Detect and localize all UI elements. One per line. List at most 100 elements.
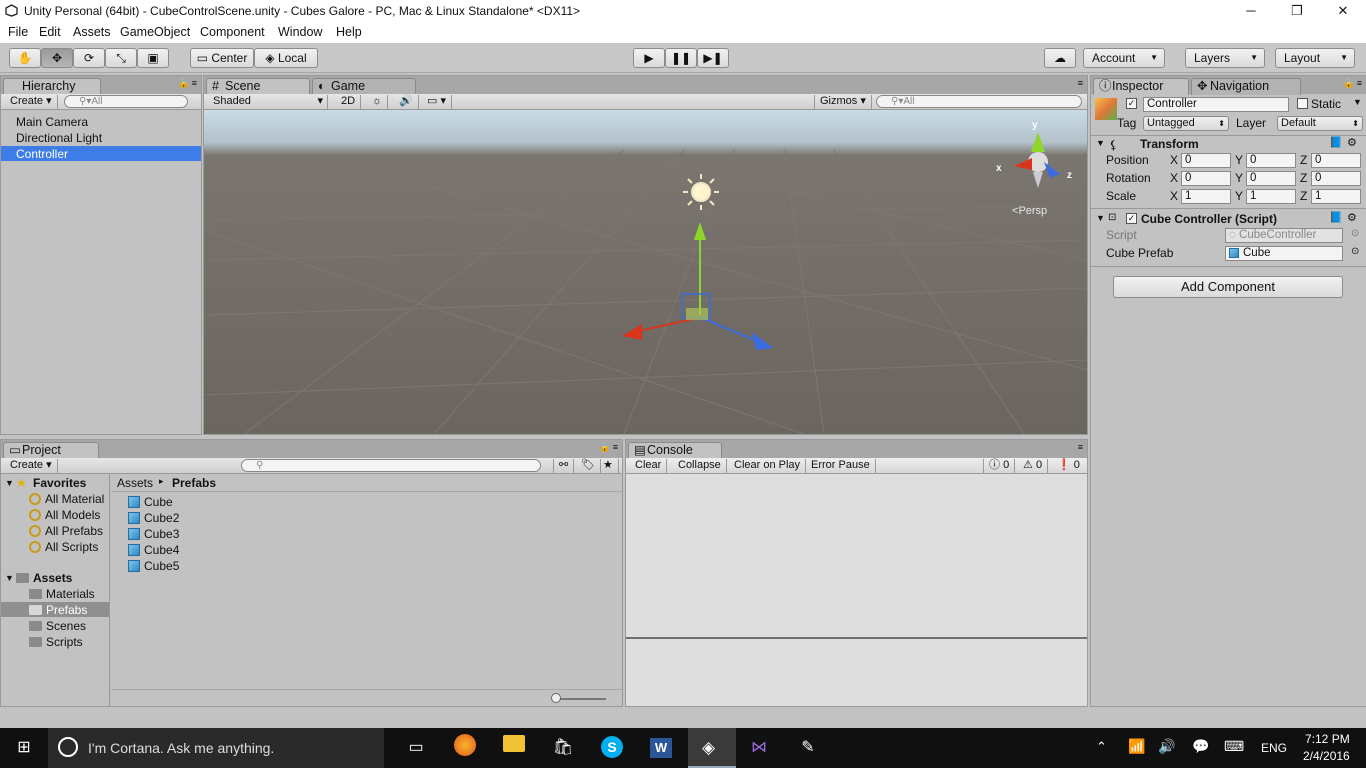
console-clear-button[interactable]: Clear [630, 459, 668, 473]
clock-time[interactable]: 7:12 PM [1305, 732, 1350, 746]
position-y-field[interactable]: 0 [1246, 153, 1296, 168]
close-button[interactable]: ✕ [1320, 0, 1366, 23]
project-create-dropdown[interactable]: Create ▾ [5, 459, 58, 473]
scene-viewport[interactable]: y x z <Persp [204, 110, 1087, 434]
menu-component[interactable]: Component [200, 25, 265, 39]
rotate-tool-button[interactable]: ⟳ [73, 48, 105, 68]
pause-button[interactable]: ❚❚ [665, 48, 697, 68]
console-log-list[interactable] [626, 474, 1087, 637]
hierarchy-item-directional-light[interactable]: Directional Light [16, 131, 102, 145]
menu-file[interactable]: File [8, 25, 28, 39]
scene-effects-dropdown[interactable]: ▭ ▾ [422, 95, 452, 109]
fav-all-scripts[interactable]: All Scripts [29, 540, 98, 554]
rotation-x-field[interactable]: 0 [1181, 171, 1231, 186]
object-picker-icon[interactable]: ⊙ [1351, 246, 1359, 257]
breadcrumb-assets[interactable]: Assets [117, 476, 153, 490]
scale-z-field[interactable]: 1 [1311, 189, 1361, 204]
minimize-button[interactable]: ─ [1228, 0, 1274, 23]
menu-edit[interactable]: Edit [39, 25, 61, 39]
fav-all-prefabs[interactable]: All Prefabs [29, 524, 103, 538]
notepad-app[interactable]: ✎ [794, 734, 822, 762]
static-dropdown[interactable]: ▼ [1353, 97, 1362, 107]
icon-size-slider-handle[interactable] [551, 693, 561, 703]
hierarchy-item-main-camera[interactable]: Main Camera [16, 115, 88, 129]
console-error-toggle[interactable]: ❗ 0 [1052, 459, 1085, 473]
asset-cube3[interactable]: Cube3 [128, 527, 179, 541]
hierarchy-create-dropdown[interactable]: Create ▾ [5, 95, 58, 109]
hierarchy-item-controller[interactable]: Controller [16, 147, 68, 161]
assets-root-folder[interactable]: Assets [16, 571, 72, 585]
pivot-center-button[interactable]: ▭ Center [190, 48, 254, 68]
panel-menu-icon[interactable]: 🔒 ≡ [599, 442, 618, 453]
keyboard-icon[interactable]: ⌨ [1224, 738, 1244, 755]
position-z-field[interactable]: 0 [1311, 153, 1361, 168]
panel-menu-icon[interactable]: 🔒 ≡ [178, 78, 197, 89]
tab-game[interactable]: ◐ Game [312, 78, 416, 95]
script-enabled-checkbox[interactable]: ✓ [1126, 213, 1137, 224]
icon-size-slider-track[interactable] [556, 698, 606, 700]
folder-scripts[interactable]: Scripts [29, 635, 83, 649]
position-x-field[interactable]: 0 [1181, 153, 1231, 168]
folder-prefabs[interactable]: Prefabs [29, 603, 87, 617]
tag-dropdown[interactable]: Untagged ⬍ [1143, 116, 1229, 131]
console-warning-toggle[interactable]: ⚠ 0 [1018, 459, 1049, 473]
windows-start-button[interactable]: ⊞ [10, 734, 38, 762]
mode-2d-toggle[interactable]: 2D [336, 95, 362, 109]
console-collapse-button[interactable]: Collapse [673, 459, 727, 473]
scene-lighting-toggle[interactable]: ☼ [367, 95, 389, 109]
menu-gameobject[interactable]: GameObject [120, 25, 190, 39]
transform-foldout-arrow-icon[interactable]: ▼ [1096, 138, 1105, 148]
console-info-toggle[interactable]: ⓘ 0 [983, 459, 1016, 473]
store-app[interactable]: 🛍 [549, 734, 577, 762]
task-view-button[interactable]: ▭ [402, 734, 430, 762]
notifications-icon[interactable]: 💬 [1192, 738, 1209, 755]
project-search-input[interactable]: ⚲ [241, 459, 541, 472]
menu-window[interactable]: Window [278, 25, 322, 39]
menu-assets[interactable]: Assets [73, 25, 111, 39]
tab-navigation[interactable]: ✥ Navigation [1191, 78, 1301, 95]
persp-label[interactable]: <Persp [1012, 205, 1047, 217]
filter-type-button[interactable]: ⚯ [553, 459, 575, 473]
maximize-button[interactable]: ❐ [1274, 0, 1320, 23]
add-component-button[interactable]: Add Component [1113, 276, 1343, 298]
tab-project[interactable]: ▭ Project [3, 442, 99, 459]
panel-menu-icon[interactable]: ≡ [1078, 78, 1083, 88]
skype-app[interactable]: S [598, 734, 626, 762]
asset-cube5[interactable]: Cube5 [128, 559, 179, 573]
tab-inspector[interactable]: ⓘ Inspector [1093, 78, 1189, 95]
gear-icon[interactable]: ⚙ [1347, 211, 1357, 224]
volume-icon[interactable]: 🔊 [1158, 738, 1175, 755]
script-foldout-arrow-icon[interactable]: ▼ [1096, 213, 1105, 223]
favorite-star-button[interactable]: ★ [598, 459, 619, 473]
fav-all-models[interactable]: All Models [29, 508, 100, 522]
favorites-foldout-icon[interactable]: ▼ [5, 478, 14, 488]
gizmos-dropdown[interactable]: Gizmos ▾ [814, 95, 872, 109]
shading-dropdown[interactable]: Shaded ▾ [208, 95, 328, 109]
gear-icon[interactable]: ⚙ [1347, 136, 1357, 149]
network-icon[interactable]: 📶 [1128, 738, 1145, 755]
cube-prefab-field[interactable]: Cube [1225, 246, 1343, 261]
asset-cube4[interactable]: Cube4 [128, 543, 179, 557]
cloud-button[interactable]: ☁ [1044, 48, 1076, 68]
layer-dropdown[interactable]: Default ⬍ [1277, 116, 1363, 131]
tab-console[interactable]: ▤ Console [628, 442, 722, 459]
panel-menu-icon[interactable]: 🔒 ≡ [1343, 78, 1362, 89]
tab-scene[interactable]: # Scene [206, 78, 310, 95]
space-local-button[interactable]: ◈ Local [254, 48, 318, 68]
file-explorer-app[interactable] [500, 734, 528, 762]
fav-all-material[interactable]: All Material [29, 492, 104, 506]
scene-search-input[interactable]: ⚲▾All [876, 95, 1082, 108]
show-hidden-icons-chevron-icon[interactable]: ⌃ [1096, 739, 1107, 755]
assets-foldout-icon[interactable]: ▼ [5, 573, 14, 583]
panel-menu-icon[interactable]: ≡ [1078, 442, 1083, 452]
folder-materials[interactable]: Materials [29, 587, 95, 601]
layers-dropdown[interactable]: Layers ▼ [1185, 48, 1265, 68]
hierarchy-search-input[interactable]: ⚲▾All [64, 95, 188, 108]
static-checkbox[interactable] [1297, 98, 1308, 109]
cortana-search-box[interactable]: I'm Cortana. Ask me anything. [48, 728, 384, 768]
word-app[interactable]: W [647, 734, 675, 762]
move-tool-button[interactable]: ✥ [41, 48, 73, 68]
firefox-app[interactable] [451, 734, 479, 762]
favorites-header[interactable]: Favorites [33, 476, 86, 490]
account-dropdown[interactable]: Account ▼ [1083, 48, 1165, 68]
